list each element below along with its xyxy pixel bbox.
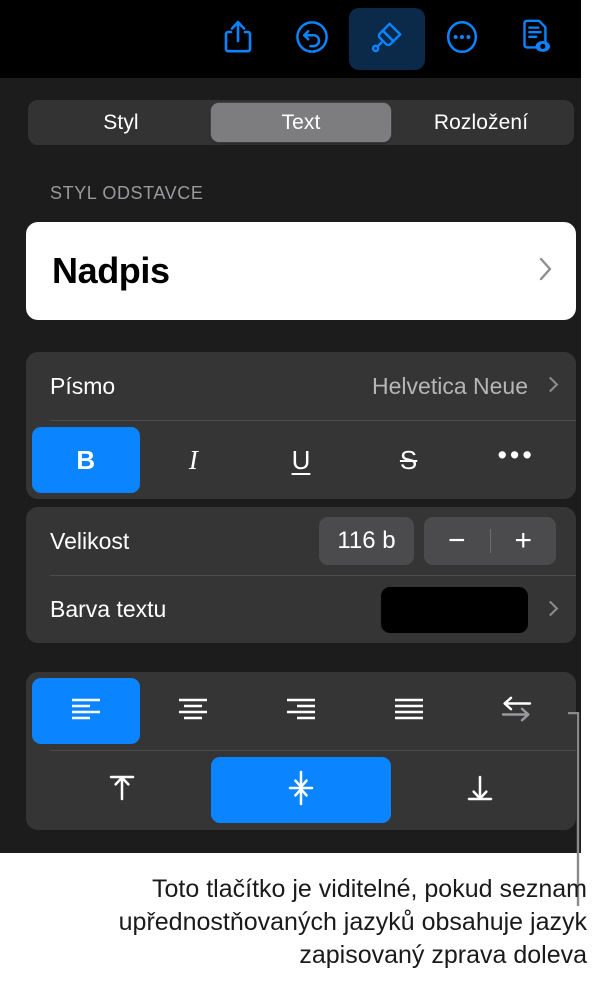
- chevron-right-icon: [538, 256, 554, 287]
- size-label: Velikost: [50, 527, 130, 554]
- underline-button[interactable]: U: [247, 427, 355, 493]
- paragraph-style-section-label: STYL ODSTAVCE: [50, 183, 204, 203]
- size-increment-button[interactable]: +: [491, 517, 557, 565]
- paragraph-style-name: Nadpis: [52, 250, 170, 291]
- format-inspector-panel: Styl Text Rozložení STYL ODSTAVCE Nadpis…: [0, 0, 581, 853]
- valign-middle-button[interactable]: [211, 757, 391, 823]
- valign-top-button[interactable]: [32, 757, 211, 823]
- share-button[interactable]: [201, 9, 275, 69]
- text-color-row[interactable]: Barva textu: [26, 576, 576, 643]
- size-row: Velikost 116 b − +: [26, 507, 576, 575]
- strikethrough-button[interactable]: S: [355, 427, 463, 493]
- chevron-right-icon: [544, 600, 556, 620]
- document-view-icon: [519, 19, 553, 60]
- top-toolbar: [0, 0, 581, 78]
- align-center-button[interactable]: [140, 678, 248, 744]
- align-justify-button[interactable]: [355, 678, 463, 744]
- align-left-button[interactable]: [32, 678, 140, 744]
- caption-text: Toto tlačítko je viditelné, pokud seznam…: [118, 875, 587, 969]
- align-justify-icon: [392, 695, 426, 728]
- chevron-right-icon: [544, 376, 556, 396]
- font-value: Helvetica Neue: [372, 372, 528, 399]
- tab-rozlozeni[interactable]: Rozložení: [391, 103, 571, 142]
- brush-icon: [369, 19, 405, 60]
- alignment-card: [26, 672, 576, 830]
- document-view-button[interactable]: [499, 9, 573, 69]
- tab-text[interactable]: Text: [211, 103, 391, 142]
- text-direction-icon: [498, 693, 534, 730]
- share-icon: [223, 20, 253, 59]
- paragraph-style-row[interactable]: Nadpis: [26, 222, 576, 320]
- more-format-button[interactable]: •••: [462, 427, 570, 493]
- size-color-card: Velikost 116 b − + Barva textu: [26, 507, 576, 643]
- text-direction-button[interactable]: [462, 678, 570, 744]
- align-top-icon: [107, 772, 137, 809]
- text-color-swatch[interactable]: [381, 586, 528, 633]
- bold-button[interactable]: B: [32, 427, 140, 493]
- size-decrement-button[interactable]: −: [424, 517, 490, 565]
- align-left-icon: [69, 695, 103, 728]
- vertical-alignment-row: [26, 751, 576, 829]
- size-value-field[interactable]: 116 b: [319, 517, 414, 565]
- align-right-button[interactable]: [247, 678, 355, 744]
- align-right-icon: [284, 695, 318, 728]
- text-color-label: Barva textu: [50, 596, 167, 622]
- size-stepper: − +: [424, 517, 556, 565]
- format-brush-button[interactable]: [349, 8, 425, 70]
- font-row[interactable]: Písmo Helvetica Neue: [26, 352, 576, 420]
- italic-button[interactable]: I: [140, 427, 248, 493]
- align-center-icon: [176, 695, 210, 728]
- font-label: Písmo: [50, 372, 116, 399]
- font-format-buttons: B I U S •••: [26, 421, 576, 499]
- inspector-tabs: Styl Text Rozložení: [28, 100, 574, 145]
- align-bottom-icon: [465, 772, 495, 809]
- more-options-button[interactable]: [425, 9, 499, 69]
- screenshot-root: Styl Text Rozložení STYL ODSTAVCE Nadpis…: [0, 0, 603, 993]
- undo-icon: [295, 20, 329, 59]
- font-card: Písmo Helvetica Neue B I U S •••: [26, 352, 576, 499]
- align-middle-icon: [286, 770, 316, 811]
- more-icon: [445, 20, 479, 59]
- valign-bottom-button[interactable]: [391, 757, 570, 823]
- horizontal-alignment-row: [26, 672, 576, 750]
- tab-styl[interactable]: Styl: [31, 103, 211, 142]
- undo-button[interactable]: [275, 9, 349, 69]
